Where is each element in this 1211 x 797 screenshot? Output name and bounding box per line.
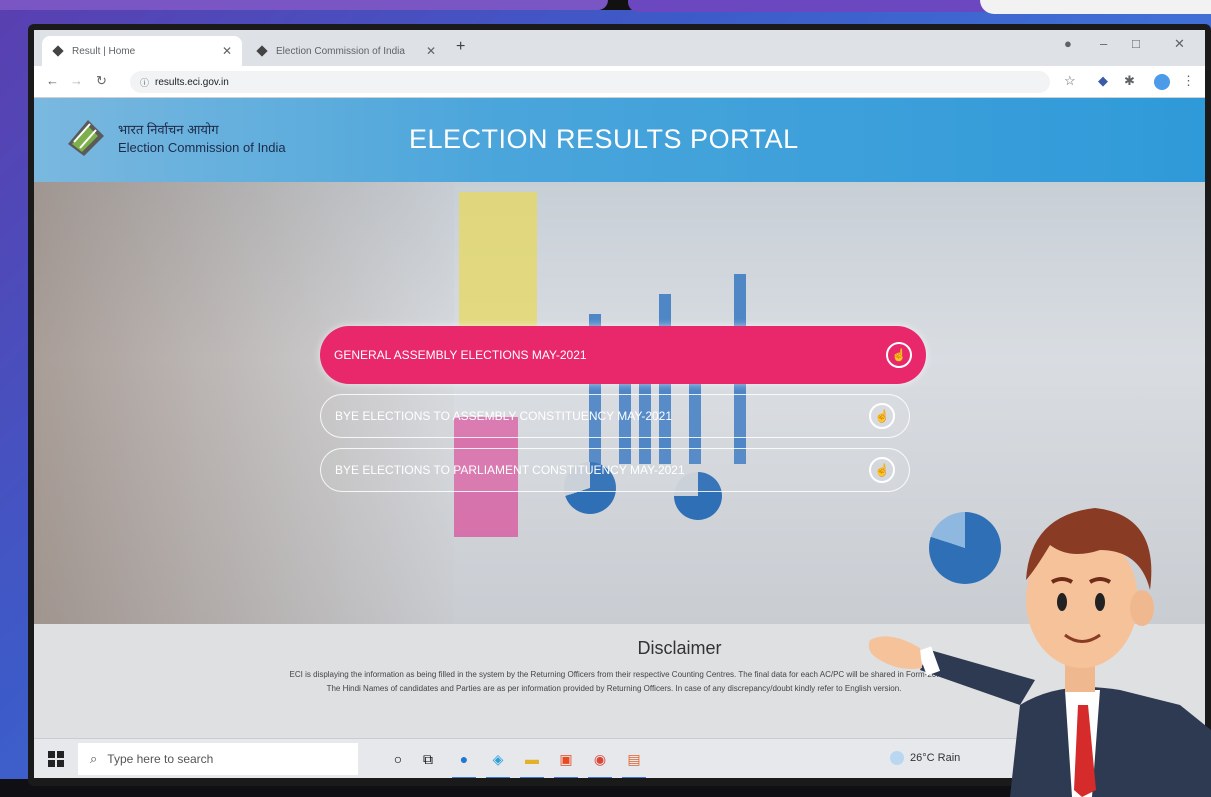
site-header: भारत निर्वाचन आयोग Election Commission o… <box>34 98 1205 182</box>
page-title: ELECTION RESULTS PORTAL <box>409 124 799 154</box>
taskbar-search-input[interactable]: ⌕ Type here to search <box>78 743 358 775</box>
menu-label: BYE ELECTIONS TO PARLIAMENT CONSTITUENCY… <box>335 463 685 477</box>
url-text: results.eci.gov.in <box>155 76 229 88</box>
address-bar[interactable]: ⓘ results.eci.gov.in <box>130 71 1050 93</box>
reload-icon[interactable]: ↻ <box>96 73 107 89</box>
org-name-hindi: भारत निर्वाचन आयोग <box>118 122 219 137</box>
address-toolbar: ← → ↻ ⓘ results.eci.gov.in ☆ ◆ ✱ ⋮ <box>34 66 1205 98</box>
general-assembly-button[interactable]: GENERAL ASSEMBLY ELECTIONS MAY-2021 ☝ <box>320 326 926 384</box>
menu-label: BYE ELECTIONS TO ASSEMBLY CONSTITUENCY M… <box>335 409 673 423</box>
tab-title: Election Commission of India <box>276 45 405 57</box>
disclaimer-text: ECI is displaying the information as bei… <box>289 670 939 693</box>
tab-bar: Result | Home ✕ Election Commission of I… <box>34 30 1205 66</box>
task-view-icon[interactable]: ⧉ <box>416 747 440 771</box>
forward-arrow-icon[interactable]: → <box>70 73 83 88</box>
hand-pointer-icon: ☝ <box>886 342 912 368</box>
eci-favicon-icon <box>52 45 64 57</box>
org-name-english: Election Commission of India <box>118 140 286 155</box>
record-icon[interactable]: ● <box>1064 36 1072 51</box>
cartoon-presenter-illustration <box>868 508 1211 797</box>
search-icon: ⌕ <box>90 751 98 766</box>
close-window-button[interactable]: ✕ <box>1174 36 1185 52</box>
search-placeholder: Type here to search <box>107 752 214 766</box>
info-icon[interactable]: ⓘ <box>140 76 149 89</box>
windows-start-icon[interactable] <box>48 751 64 767</box>
top-frame-corner <box>980 0 1211 14</box>
new-tab-button[interactable]: + <box>456 38 465 56</box>
menu-label: GENERAL ASSEMBLY ELECTIONS MAY-2021 <box>334 348 587 362</box>
office-icon[interactable]: ▣ <box>554 747 578 778</box>
chrome-icon[interactable]: ◉ <box>588 747 612 778</box>
close-icon[interactable]: ✕ <box>222 44 232 58</box>
tab-title: Result | Home <box>72 45 136 57</box>
cortana-icon[interactable]: ○ <box>386 747 410 771</box>
minimize-button[interactable]: – <box>1100 36 1107 51</box>
extension-icon[interactable]: ◆ <box>1098 73 1108 89</box>
hero-decor-note <box>459 192 537 332</box>
puzzle-icon[interactable]: ✱ <box>1124 73 1135 89</box>
edge-icon[interactable]: ● <box>452 747 476 778</box>
hand-pointer-icon: ☝ <box>869 403 895 429</box>
avatar[interactable] <box>1154 74 1170 90</box>
hand-pointer-icon: ☝ <box>869 457 895 483</box>
maximize-button[interactable]: □ <box>1132 36 1140 51</box>
tab-election-commission[interactable]: Election Commission of India ✕ <box>246 36 446 66</box>
tab-result-home[interactable]: Result | Home ✕ <box>42 36 242 66</box>
app-icon[interactable]: ▤ <box>622 747 646 778</box>
menu-kebab-icon[interactable]: ⋮ <box>1182 73 1195 89</box>
close-icon[interactable]: ✕ <box>426 44 436 58</box>
eci-favicon-icon <box>256 45 268 57</box>
bye-parliament-button[interactable]: BYE ELECTIONS TO PARLIAMENT CONSTITUENCY… <box>320 448 910 492</box>
browser-icon[interactable]: ◈ <box>486 747 510 778</box>
bye-assembly-button[interactable]: BYE ELECTIONS TO ASSEMBLY CONSTITUENCY M… <box>320 394 910 438</box>
back-arrow-icon[interactable]: ← <box>46 73 59 88</box>
top-frame-right <box>628 0 1038 12</box>
top-frame-left <box>0 0 608 10</box>
folder-icon[interactable]: ▬ <box>520 747 544 778</box>
star-icon[interactable]: ☆ <box>1064 73 1076 89</box>
eci-logo-icon <box>68 120 104 156</box>
